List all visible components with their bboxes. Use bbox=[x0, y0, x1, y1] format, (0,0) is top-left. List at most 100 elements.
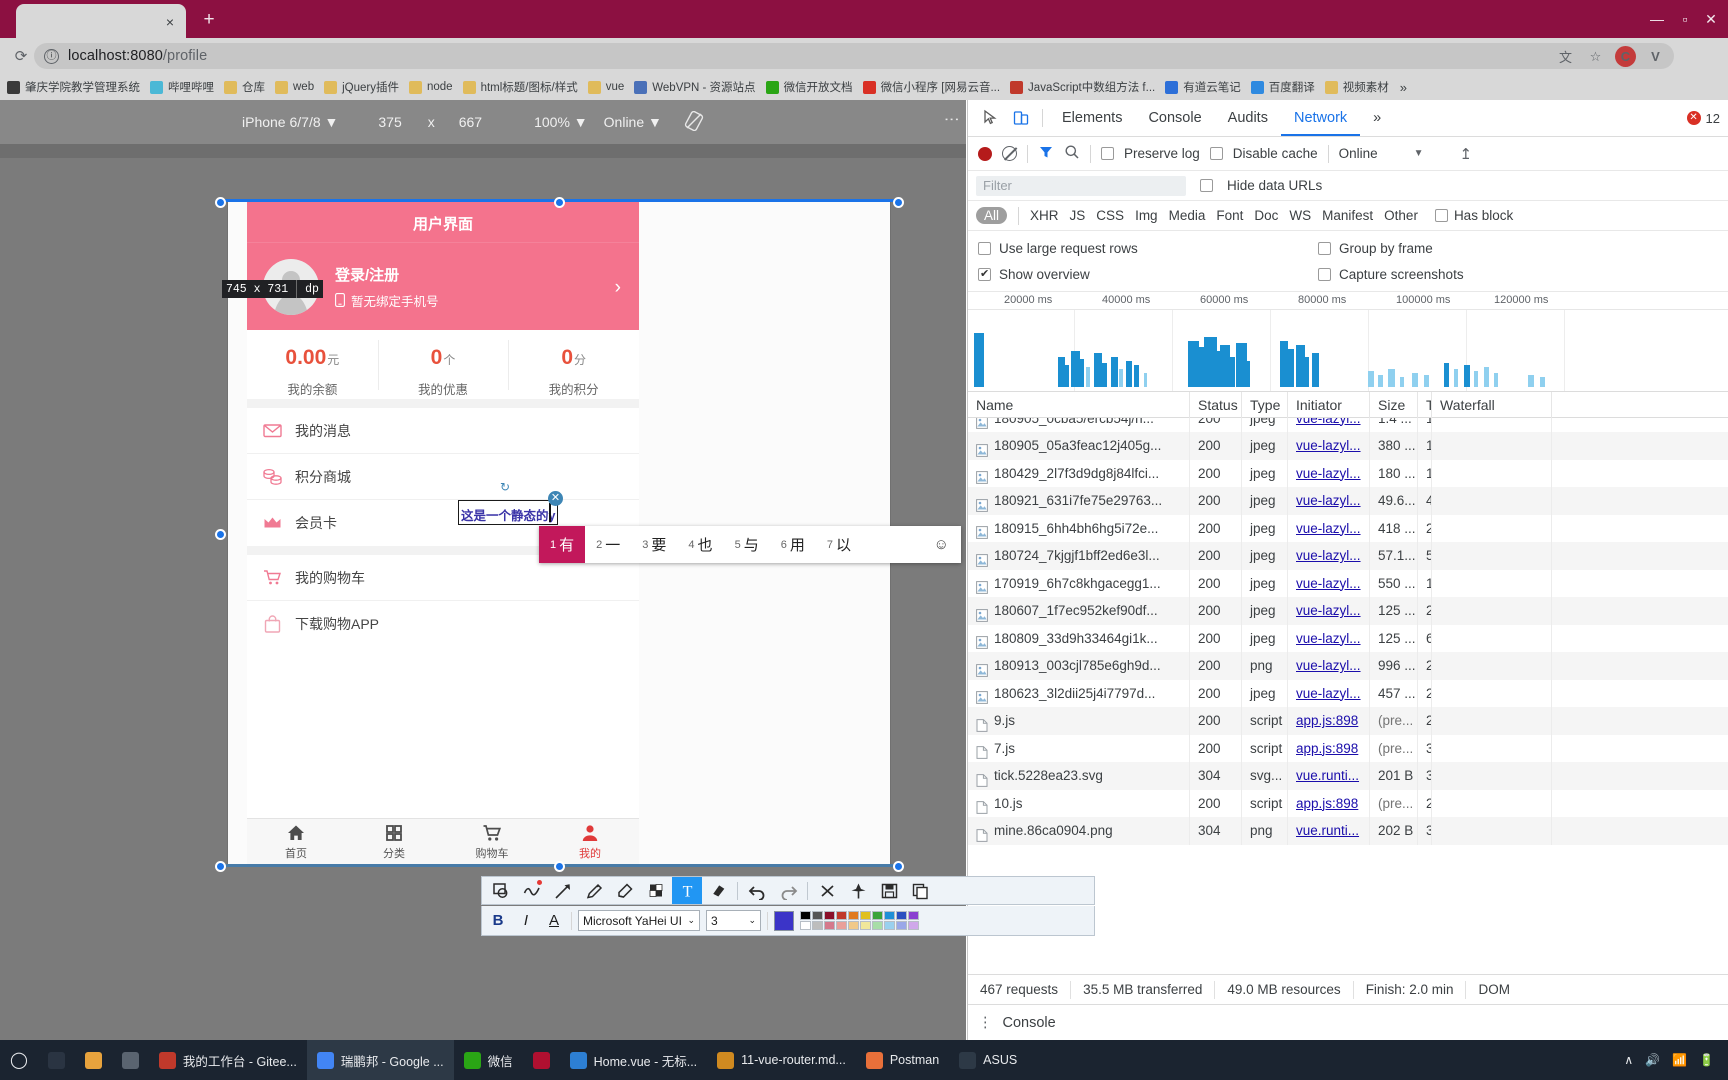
record-icon[interactable] bbox=[978, 146, 992, 161]
shape-icon[interactable] bbox=[486, 877, 516, 904]
initiator-link[interactable]: vue.runti... bbox=[1296, 768, 1359, 783]
color-swatch[interactable] bbox=[836, 911, 847, 920]
initiator-link[interactable]: vue.runti... bbox=[1296, 823, 1359, 838]
underline-button[interactable]: A bbox=[543, 910, 565, 932]
hide-data-urls-checkbox[interactable] bbox=[1200, 179, 1213, 192]
color-swatch[interactable] bbox=[872, 921, 883, 930]
close-tab-icon[interactable]: × bbox=[161, 13, 179, 31]
maximize-icon[interactable]: ▫ bbox=[1674, 8, 1696, 30]
table-row[interactable]: 170919_6h7c8khgacegg1... 200 jpeg vue-lazyl… bbox=[968, 569, 1728, 597]
initiator-link[interactable]: vue-lazyl... bbox=[1296, 603, 1361, 618]
initiator-link[interactable]: app.js:898 bbox=[1296, 741, 1358, 756]
bookmarks-overflow-icon[interactable]: » bbox=[1394, 80, 1413, 95]
search-icon[interactable] bbox=[1064, 144, 1080, 163]
tab-elements[interactable]: Elements bbox=[1049, 100, 1135, 136]
type-filter-css[interactable]: CSS bbox=[1096, 208, 1124, 223]
network-throttle-select[interactable]: Online bbox=[1339, 146, 1378, 161]
cell-initiator[interactable]: vue-lazyl... bbox=[1288, 597, 1370, 625]
address-bar[interactable]: ⓘ localhost:8080/profile 文 ☆ C V bbox=[34, 43, 1674, 69]
show-overview-checkbox[interactable] bbox=[978, 267, 991, 281]
current-color-swatch[interactable] bbox=[774, 910, 794, 931]
ime-candidate[interactable]: 6用 bbox=[770, 526, 816, 563]
initiator-link[interactable]: vue-lazyl... bbox=[1296, 548, 1361, 563]
start-button[interactable]: ◯ bbox=[0, 1040, 38, 1080]
menu-row[interactable]: 积分商城 bbox=[247, 454, 639, 500]
highlighter-icon[interactable] bbox=[610, 877, 640, 904]
filter-icon[interactable] bbox=[1038, 144, 1054, 163]
stat-cell[interactable]: 0个 我的优惠 bbox=[377, 330, 509, 399]
tab-分类[interactable]: 分类 bbox=[345, 819, 443, 866]
cell-initiator[interactable]: vue-lazyl... bbox=[1288, 418, 1370, 432]
table-row[interactable]: tick.5228ea23.svg 304 svg... vue.runti... 20… bbox=[968, 762, 1728, 790]
bookmark-item[interactable]: WebVPN - 资源站点 bbox=[629, 77, 760, 97]
inspect-element-icon[interactable] bbox=[976, 105, 1006, 131]
color-swatch[interactable] bbox=[848, 911, 859, 920]
close-window-icon[interactable]: ✕ bbox=[1700, 8, 1722, 30]
zoom-select[interactable]: 100% ▼ bbox=[534, 114, 588, 130]
has-blocked-checkbox[interactable] bbox=[1434, 209, 1448, 222]
column-header-size[interactable]: Size bbox=[1370, 391, 1418, 418]
bookmark-item[interactable]: JavaScript中数组方法 f... bbox=[1005, 77, 1160, 97]
import-har-icon[interactable]: ↥ bbox=[1460, 145, 1473, 163]
device-more-options-icon[interactable]: ⋮ bbox=[943, 112, 960, 127]
tab-我的[interactable]: 我的 bbox=[541, 819, 639, 866]
tab-console[interactable]: Console bbox=[1135, 100, 1214, 136]
table-row[interactable]: 180607_1f7ec952kef90df... 200 jpeg vue-lazy… bbox=[968, 597, 1728, 625]
initiator-link[interactable]: vue-lazyl... bbox=[1296, 686, 1361, 701]
color-swatch[interactable] bbox=[896, 921, 907, 930]
ime-candidate[interactable]: 5与 bbox=[724, 526, 770, 563]
type-filter-ws[interactable]: WS bbox=[1289, 208, 1311, 223]
taskbar-asus-icon[interactable]: ASUS bbox=[949, 1040, 1027, 1080]
resize-handle-t[interactable] bbox=[554, 197, 565, 208]
taskbar-typora-icon[interactable]: 11-vue-router.md... bbox=[707, 1040, 856, 1080]
tab-network[interactable]: Network bbox=[1280, 100, 1361, 136]
cell-initiator[interactable]: vue-lazyl... bbox=[1288, 652, 1370, 680]
taskbar-wechat-icon[interactable]: 微信 bbox=[454, 1040, 523, 1080]
color-swatch[interactable] bbox=[860, 921, 871, 930]
font-family-select[interactable]: Microsoft YaHei UI ⌄ bbox=[578, 910, 700, 931]
table-row[interactable]: 7.js 200script app.js:898 (pre...3 bbox=[968, 734, 1728, 762]
has-blocked-filter[interactable]: Has block bbox=[1434, 208, 1513, 223]
color-swatch[interactable] bbox=[872, 911, 883, 920]
initiator-link[interactable]: app.js:898 bbox=[1296, 713, 1358, 728]
color-swatch[interactable] bbox=[884, 921, 895, 930]
type-filter-media[interactable]: Media bbox=[1169, 208, 1206, 223]
rotate-handle-icon[interactable]: ↻ bbox=[500, 480, 512, 494]
table-row[interactable]: 9.js 200script app.js:898 (pre...2 bbox=[968, 707, 1728, 735]
taskbar-explorer-icon[interactable] bbox=[112, 1040, 149, 1080]
initiator-link[interactable]: app.js:898 bbox=[1296, 796, 1358, 811]
table-row[interactable]: 180623_3l2dii25j4i7797d... 200 jpeg vue-laz… bbox=[968, 679, 1728, 707]
viewport-height-input[interactable]: 667 bbox=[459, 114, 482, 130]
bookmark-item[interactable]: 哔哩哔哩 bbox=[145, 77, 219, 97]
login-register-link[interactable]: 登录/注册 bbox=[335, 264, 439, 285]
tray-icon[interactable]: 📶 bbox=[1672, 1053, 1687, 1067]
color-swatch[interactable] bbox=[836, 921, 847, 930]
use-large-rows-checkbox[interactable] bbox=[978, 241, 991, 255]
clear-icon[interactable] bbox=[1002, 146, 1017, 161]
close-annotation-icon[interactable]: ✕ bbox=[548, 491, 563, 506]
toggle-device-toolbar-icon[interactable] bbox=[1006, 105, 1036, 131]
resize-handle-br[interactable] bbox=[893, 861, 904, 872]
error-counter[interactable]: ✕ 12 bbox=[1686, 111, 1720, 126]
column-header-t[interactable]: T bbox=[1418, 391, 1432, 418]
color-swatch[interactable] bbox=[812, 911, 823, 920]
table-row[interactable]: mine.86ca0904.png 304 png vue.runti... 202 B… bbox=[968, 817, 1728, 845]
ime-candidate[interactable]: 1有 bbox=[539, 526, 586, 563]
cell-initiator[interactable]: vue-lazyl... bbox=[1288, 514, 1370, 542]
color-swatch[interactable] bbox=[860, 911, 871, 920]
cell-initiator[interactable]: vue-lazyl... bbox=[1288, 679, 1370, 707]
stat-cell[interactable]: 0分 我的积分 bbox=[508, 330, 639, 399]
network-overview[interactable]: 20000 ms 40000 ms 60000 ms 80000 ms 100000 m… bbox=[968, 292, 1728, 392]
stat-cell[interactable]: 0.00元 我的余额 bbox=[247, 330, 378, 399]
viewport-width-input[interactable]: 375 bbox=[378, 114, 401, 130]
initiator-link[interactable]: vue-lazyl... bbox=[1296, 658, 1361, 673]
table-row[interactable]: 180429_2l7f3d9dg8j84lfci... 200 jpeg vue-la… bbox=[968, 459, 1728, 487]
taskbar-postman-icon[interactable]: Postman bbox=[856, 1040, 949, 1080]
type-filter-font[interactable]: Font bbox=[1216, 208, 1243, 223]
throttling-select[interactable]: Online ▼ bbox=[604, 114, 662, 130]
color-swatch[interactable] bbox=[908, 911, 919, 920]
taskbar-gitee-icon[interactable]: 我的工作台 - Gitee... bbox=[149, 1040, 307, 1080]
browser-tab[interactable]: × bbox=[16, 4, 186, 38]
tab-购物车[interactable]: 购物车 bbox=[443, 819, 541, 866]
color-swatch[interactable] bbox=[812, 921, 823, 930]
